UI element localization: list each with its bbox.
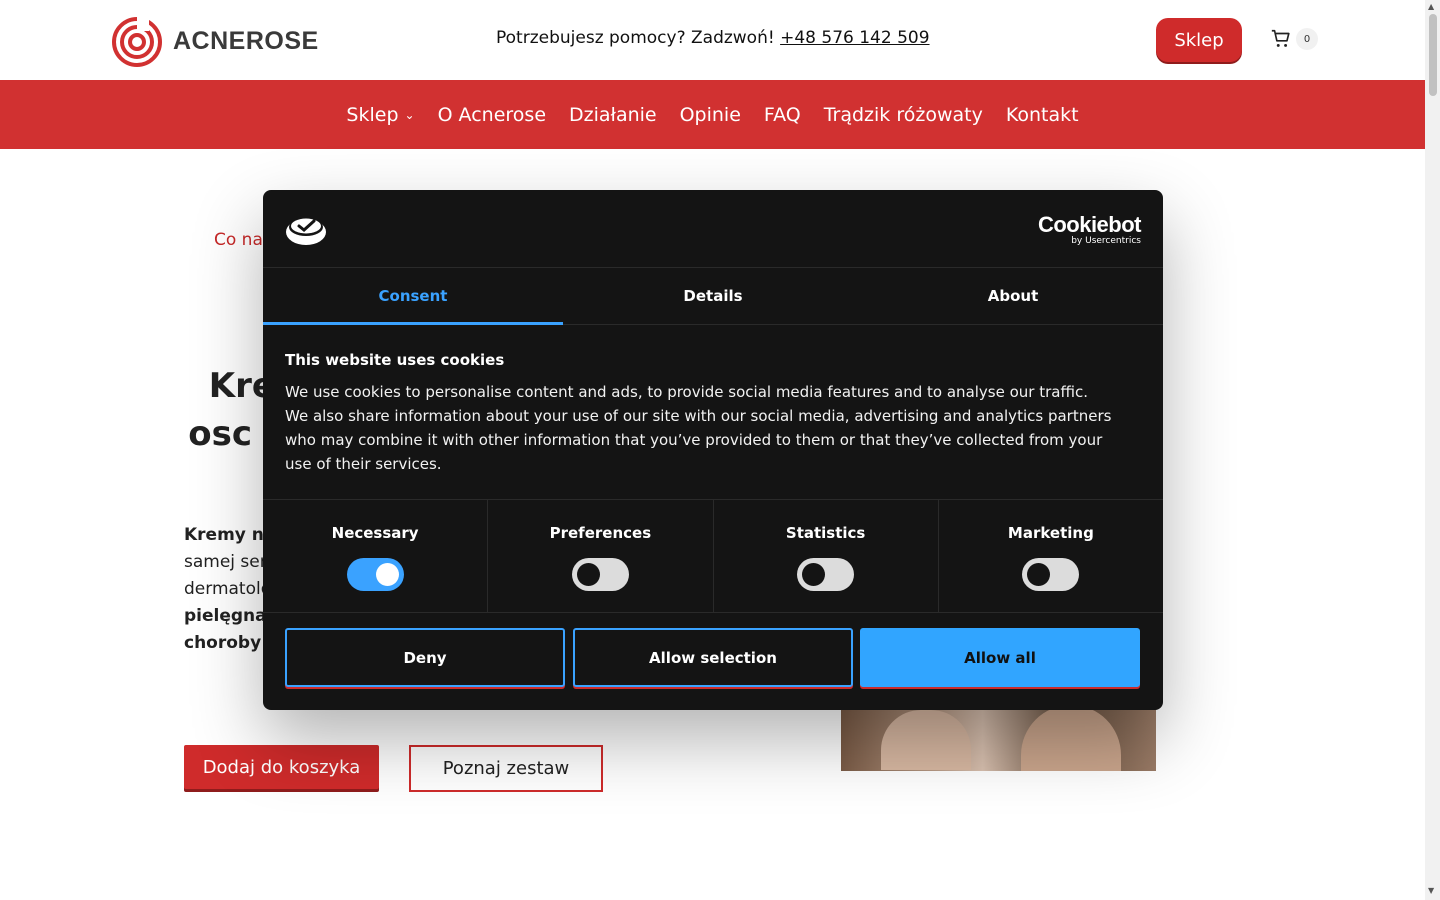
scroll-up-arrow-icon[interactable]: ▲ bbox=[1428, 2, 1434, 11]
deny-button[interactable]: Deny bbox=[285, 628, 565, 687]
hero-desc-bold-2: pielęgna bbox=[184, 606, 267, 626]
hero-desc-line-3: dermatolo bbox=[184, 579, 272, 599]
cookie-tabs: Consent Details About bbox=[263, 268, 1163, 325]
shop-button[interactable]: Sklep bbox=[1156, 18, 1242, 62]
chevron-down-icon: ⌄ bbox=[404, 107, 415, 122]
site-header: ACNEROSE Potrzebujesz pomocy? Zadzwoń! +… bbox=[0, 0, 1425, 80]
tab-consent[interactable]: Consent bbox=[263, 268, 563, 325]
toggle-label: Necessary bbox=[331, 524, 419, 542]
cookiebot-brand[interactable]: Cookiebot by Usercentrics bbox=[1037, 212, 1142, 246]
toggle-knob bbox=[1027, 563, 1051, 586]
nav-item-label: Sklep bbox=[346, 103, 399, 126]
hero-image-hand bbox=[881, 710, 971, 770]
nav-item-o-acnerose[interactable]: O Acnerose bbox=[438, 104, 546, 126]
learn-set-button[interactable]: Poznaj zestaw bbox=[409, 745, 603, 792]
nav-item-dzialanie[interactable]: Działanie bbox=[569, 104, 657, 126]
help-text: Potrzebujesz pomocy? Zadzwoń! +48 576 14… bbox=[496, 28, 930, 48]
scrollbar-thumb[interactable] bbox=[1429, 14, 1437, 96]
hero-desc-bold-1: Kremy n bbox=[184, 525, 264, 545]
necessary-toggle[interactable] bbox=[346, 558, 404, 591]
marketing-toggle[interactable] bbox=[1022, 558, 1080, 591]
cookiebot-wordmark: Cookiebot bbox=[1037, 212, 1142, 237]
cart-button[interactable]: 0 bbox=[1270, 28, 1318, 50]
phone-link[interactable]: +48 576 142 509 bbox=[780, 28, 929, 48]
cookie-logo-icon bbox=[286, 218, 326, 245]
nav-item-sklep[interactable]: Sklep ⌄ bbox=[346, 104, 414, 126]
cart-count-badge: 0 bbox=[1296, 28, 1318, 50]
hero-desc-bold-3: choroby bbox=[184, 633, 262, 653]
nav-item-tradzik-rozowaty[interactable]: Trądzik różowaty bbox=[824, 104, 983, 126]
toggle-group-preferences: Preferences bbox=[488, 500, 714, 612]
cart-icon bbox=[1271, 29, 1290, 47]
add-to-cart-button[interactable]: Dodaj do koszyka bbox=[184, 745, 379, 789]
cookie-consent-dialog: Cookiebot by Usercentrics Consent Detail… bbox=[263, 190, 1163, 710]
preferences-toggle[interactable] bbox=[571, 558, 629, 591]
toggle-group-necessary: Necessary bbox=[263, 500, 489, 612]
breadcrumb[interactable]: Co na bbox=[214, 230, 263, 250]
cookie-title: This website uses cookies bbox=[285, 351, 505, 369]
allow-selection-button[interactable]: Allow selection bbox=[573, 628, 853, 687]
cookie-dialog-header: Cookiebot by Usercentrics bbox=[263, 190, 1163, 268]
nav-item-opinie[interactable]: Opinie bbox=[680, 104, 741, 126]
scroll-down-arrow-icon[interactable]: ▼ bbox=[1428, 886, 1434, 895]
toggle-label: Preferences bbox=[549, 524, 652, 542]
nav-item-kontakt[interactable]: Kontakt bbox=[1006, 104, 1079, 126]
main-nav: Sklep ⌄ O Acnerose Działanie Opinie FAQ … bbox=[0, 80, 1425, 149]
hero-image bbox=[841, 700, 1156, 771]
toggle-label: Statistics bbox=[785, 524, 866, 542]
tab-about[interactable]: About bbox=[863, 268, 1163, 324]
hero-image-hand bbox=[1021, 705, 1121, 771]
toggle-knob bbox=[375, 563, 399, 586]
acnerose-logo-icon bbox=[112, 17, 162, 67]
logo-text: ACNEROSE bbox=[173, 26, 319, 55]
hero-desc-line-2: samej ser bbox=[184, 552, 267, 572]
toggle-knob bbox=[802, 563, 826, 586]
scrollbar-track[interactable] bbox=[1425, 0, 1440, 900]
cookie-category-toggles: Necessary Preferences Statistics Marketi… bbox=[263, 499, 1163, 613]
acnerose-logo[interactable]: ACNEROSE bbox=[111, 15, 319, 67]
statistics-toggle[interactable] bbox=[797, 558, 855, 591]
help-label: Potrzebujesz pomocy? Zadzwoń! bbox=[496, 28, 775, 48]
cookie-description: We use cookies to personalise content an… bbox=[285, 383, 1112, 473]
allow-all-button[interactable]: Allow all bbox=[860, 628, 1140, 687]
toggle-group-marketing: Marketing bbox=[939, 500, 1163, 612]
toggle-group-statistics: Statistics bbox=[714, 500, 939, 612]
tab-details[interactable]: Details bbox=[563, 268, 863, 324]
toggle-label: Marketing bbox=[1007, 524, 1094, 542]
toggle-knob bbox=[576, 563, 600, 586]
nav-item-faq[interactable]: FAQ bbox=[764, 104, 801, 126]
